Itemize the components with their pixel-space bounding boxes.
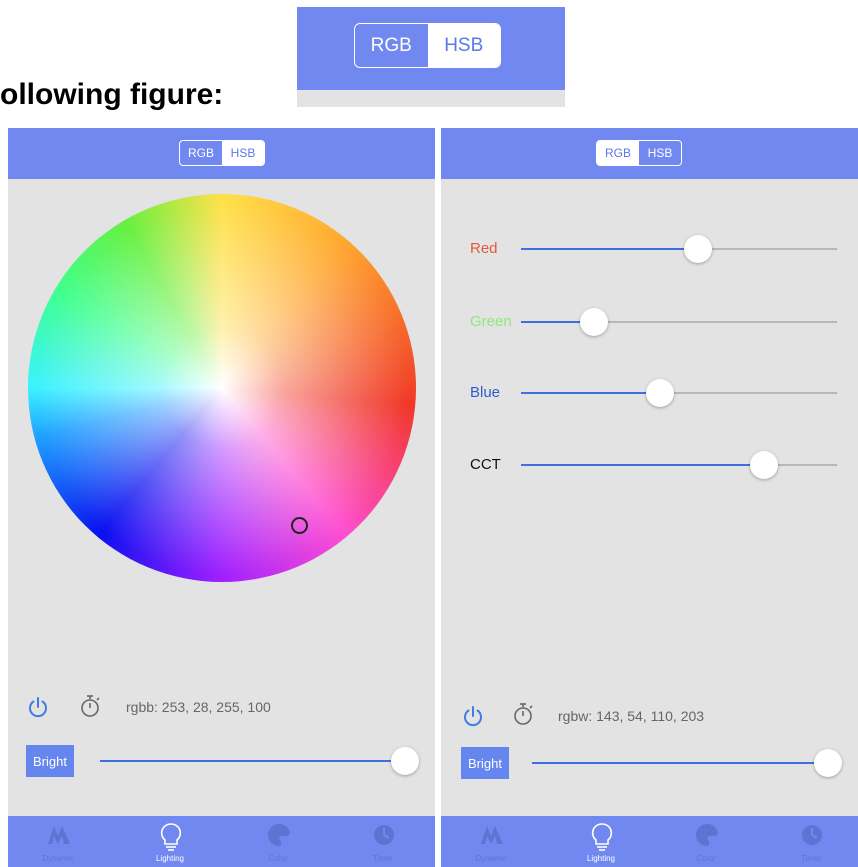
tab-dynamic[interactable]: Dynamic bbox=[451, 816, 531, 867]
hsb-tab[interactable]: HSB bbox=[639, 141, 681, 165]
tab-label: Timer bbox=[800, 854, 822, 863]
tab-label: Color bbox=[696, 854, 716, 863]
palette-icon bbox=[268, 823, 290, 846]
brightness-slider-fill bbox=[100, 760, 405, 762]
color-wheel-screen: RGB HSB rgbb: 253, 28, 255, 100 Bright D… bbox=[8, 128, 435, 867]
rgb-sliders-screen: RGB HSB Red Green Blue CCT rgbw: 143, 54… bbox=[441, 128, 858, 867]
tab-color[interactable]: Color bbox=[238, 816, 318, 867]
tab-label: Lighting bbox=[586, 854, 616, 863]
status-readout: rgbb: 253, 28, 255, 100 bbox=[126, 699, 271, 715]
timer-icon[interactable] bbox=[512, 702, 534, 726]
tab-label: Dynamic bbox=[475, 854, 507, 863]
slider-label-cct: CCT bbox=[470, 456, 501, 473]
hsb-tab[interactable]: HSB bbox=[222, 141, 264, 165]
figure-heading: ollowing figure: bbox=[0, 78, 224, 111]
mode-toggle: RGB HSB bbox=[179, 140, 265, 166]
mode-toggle-zoom: RGB HSB bbox=[297, 7, 565, 107]
bulb-icon bbox=[160, 823, 182, 851]
bright-button[interactable]: Bright bbox=[461, 747, 509, 779]
brightness-slider-track[interactable] bbox=[532, 749, 842, 777]
timer-icon bbox=[802, 825, 822, 845]
brightness-slider-fill bbox=[532, 762, 828, 764]
slider-label-green: Green bbox=[470, 313, 512, 330]
tab-label: Lighting bbox=[155, 854, 185, 863]
tab-color[interactable]: Color bbox=[666, 816, 746, 867]
cct-slider-fill bbox=[521, 464, 764, 466]
tab-bar: Dynamic Lighting Color Timer bbox=[441, 816, 858, 867]
slider-label-blue: Blue bbox=[470, 384, 501, 401]
bulb-icon bbox=[591, 823, 613, 851]
color-picker-handle[interactable] bbox=[291, 517, 308, 534]
slider-label-red: Red bbox=[470, 240, 498, 257]
status-readout: rgbw: 143, 54, 110, 203 bbox=[558, 708, 705, 724]
tab-lighting[interactable]: Lighting bbox=[561, 816, 641, 867]
blue-slider-track[interactable] bbox=[521, 379, 837, 407]
green-slider-thumb[interactable] bbox=[580, 308, 608, 336]
red-slider-thumb[interactable] bbox=[684, 235, 712, 263]
brightness-slider-thumb[interactable] bbox=[814, 749, 842, 777]
rgb-tab[interactable]: RGB bbox=[180, 141, 222, 165]
tab-label: Dynamic bbox=[42, 854, 74, 863]
timer-icon bbox=[374, 825, 394, 845]
palette-icon bbox=[696, 823, 718, 846]
rgb-tab[interactable]: RGB bbox=[355, 24, 428, 67]
dynamic-icon bbox=[48, 826, 70, 844]
brightness-slider-thumb[interactable] bbox=[391, 747, 419, 775]
dynamic-icon bbox=[481, 826, 503, 844]
red-slider-track[interactable] bbox=[521, 235, 837, 263]
blue-slider-fill bbox=[521, 392, 660, 394]
tab-label: Color bbox=[268, 854, 288, 863]
blue-slider-thumb[interactable] bbox=[646, 379, 674, 407]
timer-icon[interactable] bbox=[79, 694, 101, 718]
red-slider-fill bbox=[521, 248, 698, 250]
tab-bar: Dynamic Lighting Color Timer bbox=[8, 816, 435, 867]
mode-toggle: RGB HSB bbox=[354, 23, 501, 68]
brightness-slider-track[interactable] bbox=[100, 747, 419, 775]
power-icon[interactable] bbox=[27, 696, 49, 718]
tab-timer[interactable]: Timer bbox=[771, 816, 851, 867]
hsb-tab[interactable]: HSB bbox=[427, 24, 500, 67]
cct-slider-track[interactable] bbox=[521, 451, 837, 479]
tab-timer[interactable]: Timer bbox=[343, 816, 423, 867]
tab-label: Timer bbox=[372, 854, 394, 863]
green-slider-track[interactable] bbox=[521, 308, 837, 336]
tab-dynamic[interactable]: Dynamic bbox=[18, 816, 98, 867]
cct-slider-thumb[interactable] bbox=[750, 451, 778, 479]
mode-toggle: RGB HSB bbox=[596, 140, 682, 166]
zoom-background-strip bbox=[297, 90, 565, 107]
rgb-tab[interactable]: RGB bbox=[597, 141, 639, 165]
bright-button[interactable]: Bright bbox=[26, 745, 74, 777]
tab-lighting[interactable]: Lighting bbox=[130, 816, 210, 867]
power-icon[interactable] bbox=[462, 705, 484, 727]
color-wheel[interactable] bbox=[28, 194, 416, 582]
